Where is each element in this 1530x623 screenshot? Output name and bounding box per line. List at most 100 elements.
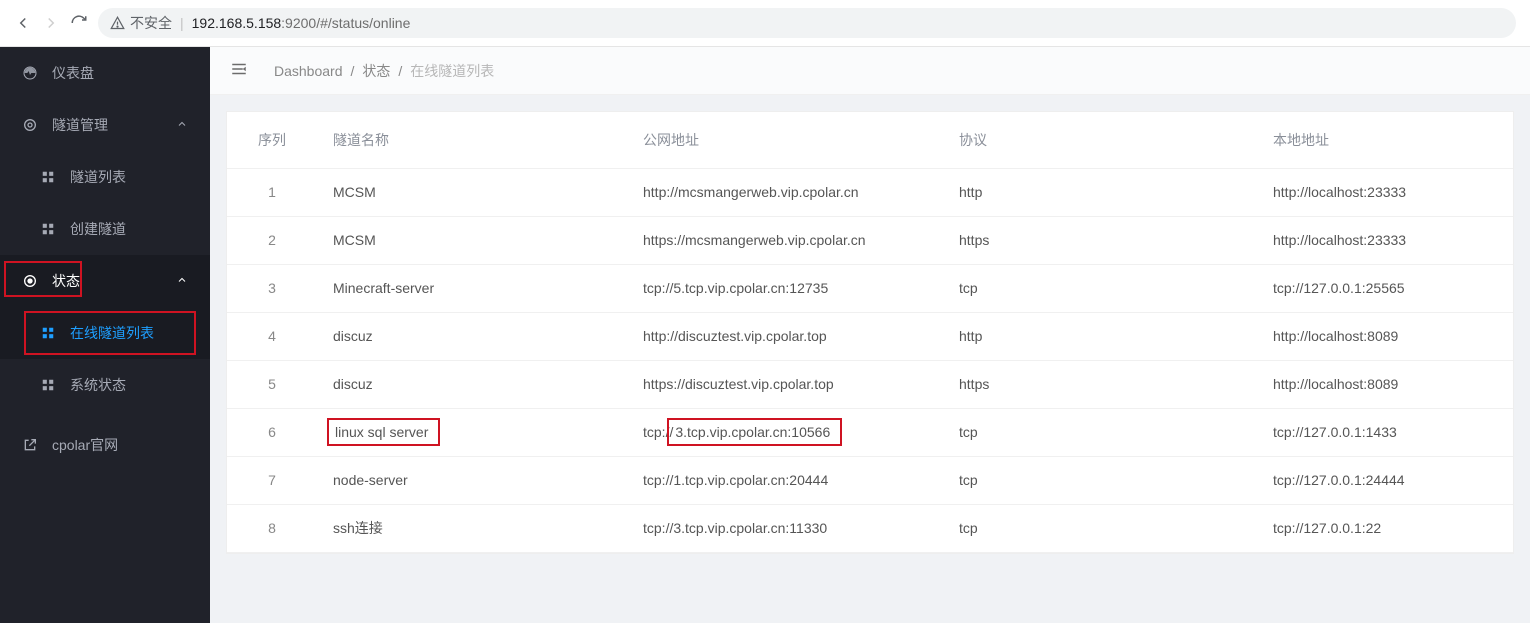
sidebar-toggle-button[interactable] bbox=[230, 60, 248, 81]
address-bar[interactable]: 不安全 | 192.168.5.158:9200/#/status/online bbox=[98, 8, 1516, 38]
cell-public: tcp://3.tcp.vip.cpolar.cn:11330 bbox=[627, 504, 943, 552]
dashboard-icon bbox=[22, 65, 38, 81]
app-root: 仪表盘 隧道管理 隧道列表 创建隧道 bbox=[0, 47, 1530, 623]
sidebar-item-label: 隧道管理 bbox=[52, 115, 108, 135]
cell-name: linux sql server bbox=[317, 408, 627, 456]
cell-index: 2 bbox=[227, 216, 317, 264]
breadcrumb: Dashboard / 状态 / 在线隧道列表 bbox=[274, 61, 494, 81]
cell-proto: tcp bbox=[943, 504, 1257, 552]
browser-toolbar: 不安全 | 192.168.5.158:9200/#/status/online bbox=[0, 0, 1530, 47]
cell-public: http://mcsmangerweb.vip.cpolar.cn bbox=[627, 168, 943, 216]
cell-index: 5 bbox=[227, 360, 317, 408]
col-index: 序列 bbox=[227, 112, 317, 168]
grid-icon bbox=[40, 326, 56, 340]
cell-public: http://discuztest.vip.cpolar.top bbox=[627, 312, 943, 360]
table-row: 4discuzhttp://discuztest.vip.cpolar.toph… bbox=[227, 312, 1513, 360]
cell-proto: tcp bbox=[943, 264, 1257, 312]
url-text: 192.168.5.158:9200/#/status/online bbox=[192, 15, 411, 31]
main-content: Dashboard / 状态 / 在线隧道列表 序列 隧道名称 公网地址 协议 … bbox=[210, 47, 1530, 623]
chevron-up-icon bbox=[176, 117, 188, 133]
table-row: 1MCSMhttp://mcsmangerweb.vip.cpolar.cnht… bbox=[227, 168, 1513, 216]
sidebar-item-label: 仪表盘 bbox=[52, 63, 94, 83]
cell-index: 3 bbox=[227, 264, 317, 312]
sidebar-item-label: 系统状态 bbox=[70, 375, 126, 395]
sidebar-item-tunnel-create[interactable]: 创建隧道 bbox=[0, 203, 210, 255]
sidebar: 仪表盘 隧道管理 隧道列表 创建隧道 bbox=[0, 47, 210, 623]
cell-name: MCSM bbox=[317, 216, 627, 264]
separator: | bbox=[180, 15, 184, 31]
sidebar-item-system-status[interactable]: 系统状态 bbox=[0, 359, 210, 411]
sidebar-item-online-list[interactable]: 在线隧道列表 bbox=[0, 307, 210, 359]
cell-public: https://discuztest.vip.cpolar.top bbox=[627, 360, 943, 408]
table-card: 序列 隧道名称 公网地址 协议 本地地址 1MCSMhttp://mcsmang… bbox=[226, 111, 1514, 554]
cell-local: tcp://127.0.0.1:24444 bbox=[1257, 456, 1513, 504]
sidebar-item-label: 隧道列表 bbox=[70, 167, 126, 187]
forward-button[interactable] bbox=[42, 14, 60, 32]
cell-local: http://localhost:23333 bbox=[1257, 168, 1513, 216]
cell-name: Minecraft-server bbox=[317, 264, 627, 312]
col-proto: 协议 bbox=[943, 112, 1257, 168]
cell-proto: https bbox=[943, 216, 1257, 264]
cell-name: discuz bbox=[317, 312, 627, 360]
chevron-up-icon bbox=[176, 273, 188, 289]
cell-local: http://localhost:23333 bbox=[1257, 216, 1513, 264]
table-row: 6linux sql servertcp://3.tcp.vip.cpolar.… bbox=[227, 408, 1513, 456]
table-row: 7node-servertcp://1.tcp.vip.cpolar.cn:20… bbox=[227, 456, 1513, 504]
sidebar-item-label: 状态 bbox=[52, 271, 80, 291]
cell-local: tcp://127.0.0.1:25565 bbox=[1257, 264, 1513, 312]
insecure-badge: 不安全 bbox=[110, 13, 172, 33]
cell-name: ssh连接 bbox=[317, 504, 627, 552]
reload-button[interactable] bbox=[70, 14, 88, 32]
cell-proto: http bbox=[943, 168, 1257, 216]
sidebar-item-tunnel-mgmt[interactable]: 隧道管理 bbox=[0, 99, 210, 151]
sidebar-item-label: cpolar官网 bbox=[52, 435, 118, 455]
breadcrumb-bar: Dashboard / 状态 / 在线隧道列表 bbox=[210, 47, 1530, 95]
cell-name: MCSM bbox=[317, 168, 627, 216]
back-button[interactable] bbox=[14, 14, 32, 32]
grid-icon bbox=[40, 378, 56, 392]
cell-index: 6 bbox=[227, 408, 317, 456]
sidebar-item-cpolar-site[interactable]: cpolar官网 bbox=[0, 419, 210, 471]
col-local: 本地地址 bbox=[1257, 112, 1513, 168]
grid-icon bbox=[40, 222, 56, 236]
grid-icon bbox=[40, 170, 56, 184]
sidebar-item-label: 在线隧道列表 bbox=[70, 323, 154, 343]
cell-public: tcp://3.tcp.vip.cpolar.cn:10566 bbox=[627, 408, 943, 456]
cell-proto: http bbox=[943, 312, 1257, 360]
cell-proto: tcp bbox=[943, 456, 1257, 504]
sidebar-item-dashboard[interactable]: 仪表盘 bbox=[0, 47, 210, 99]
cell-index: 8 bbox=[227, 504, 317, 552]
cell-proto: tcp bbox=[943, 408, 1257, 456]
external-link-icon bbox=[22, 437, 38, 453]
cell-public: tcp://1.tcp.vip.cpolar.cn:20444 bbox=[627, 456, 943, 504]
cell-local: tcp://127.0.0.1:1433 bbox=[1257, 408, 1513, 456]
table-row: 5discuzhttps://discuztest.vip.cpolar.top… bbox=[227, 360, 1513, 408]
cell-index: 4 bbox=[227, 312, 317, 360]
sidebar-item-status[interactable]: 状态 bbox=[0, 255, 210, 307]
table-row: 2MCSMhttps://mcsmangerweb.vip.cpolar.cnh… bbox=[227, 216, 1513, 264]
cell-proto: https bbox=[943, 360, 1257, 408]
cell-local: http://localhost:8089 bbox=[1257, 312, 1513, 360]
breadcrumb-mid[interactable]: 状态 bbox=[362, 61, 390, 81]
breadcrumb-leaf: 在线隧道列表 bbox=[410, 61, 494, 81]
breadcrumb-root[interactable]: Dashboard bbox=[274, 63, 343, 79]
tunnel-table: 序列 隧道名称 公网地址 协议 本地地址 1MCSMhttp://mcsmang… bbox=[227, 112, 1513, 553]
col-public: 公网地址 bbox=[627, 112, 943, 168]
status-icon bbox=[22, 273, 38, 289]
cell-public: tcp://5.tcp.vip.cpolar.cn:12735 bbox=[627, 264, 943, 312]
insecure-label: 不安全 bbox=[130, 13, 172, 33]
table-header-row: 序列 隧道名称 公网地址 协议 本地地址 bbox=[227, 112, 1513, 168]
cell-local: tcp://127.0.0.1:22 bbox=[1257, 504, 1513, 552]
cell-name: node-server bbox=[317, 456, 627, 504]
cell-name: discuz bbox=[317, 360, 627, 408]
cell-index: 7 bbox=[227, 456, 317, 504]
tunnel-icon bbox=[22, 117, 38, 133]
sidebar-item-label: 创建隧道 bbox=[70, 219, 126, 239]
col-name: 隧道名称 bbox=[317, 112, 627, 168]
cell-local: http://localhost:8089 bbox=[1257, 360, 1513, 408]
sidebar-item-tunnel-list[interactable]: 隧道列表 bbox=[0, 151, 210, 203]
table-row: 3Minecraft-servertcp://5.tcp.vip.cpolar.… bbox=[227, 264, 1513, 312]
table-row: 8ssh连接tcp://3.tcp.vip.cpolar.cn:11330tcp… bbox=[227, 504, 1513, 552]
cell-index: 1 bbox=[227, 168, 317, 216]
cell-public: https://mcsmangerweb.vip.cpolar.cn bbox=[627, 216, 943, 264]
